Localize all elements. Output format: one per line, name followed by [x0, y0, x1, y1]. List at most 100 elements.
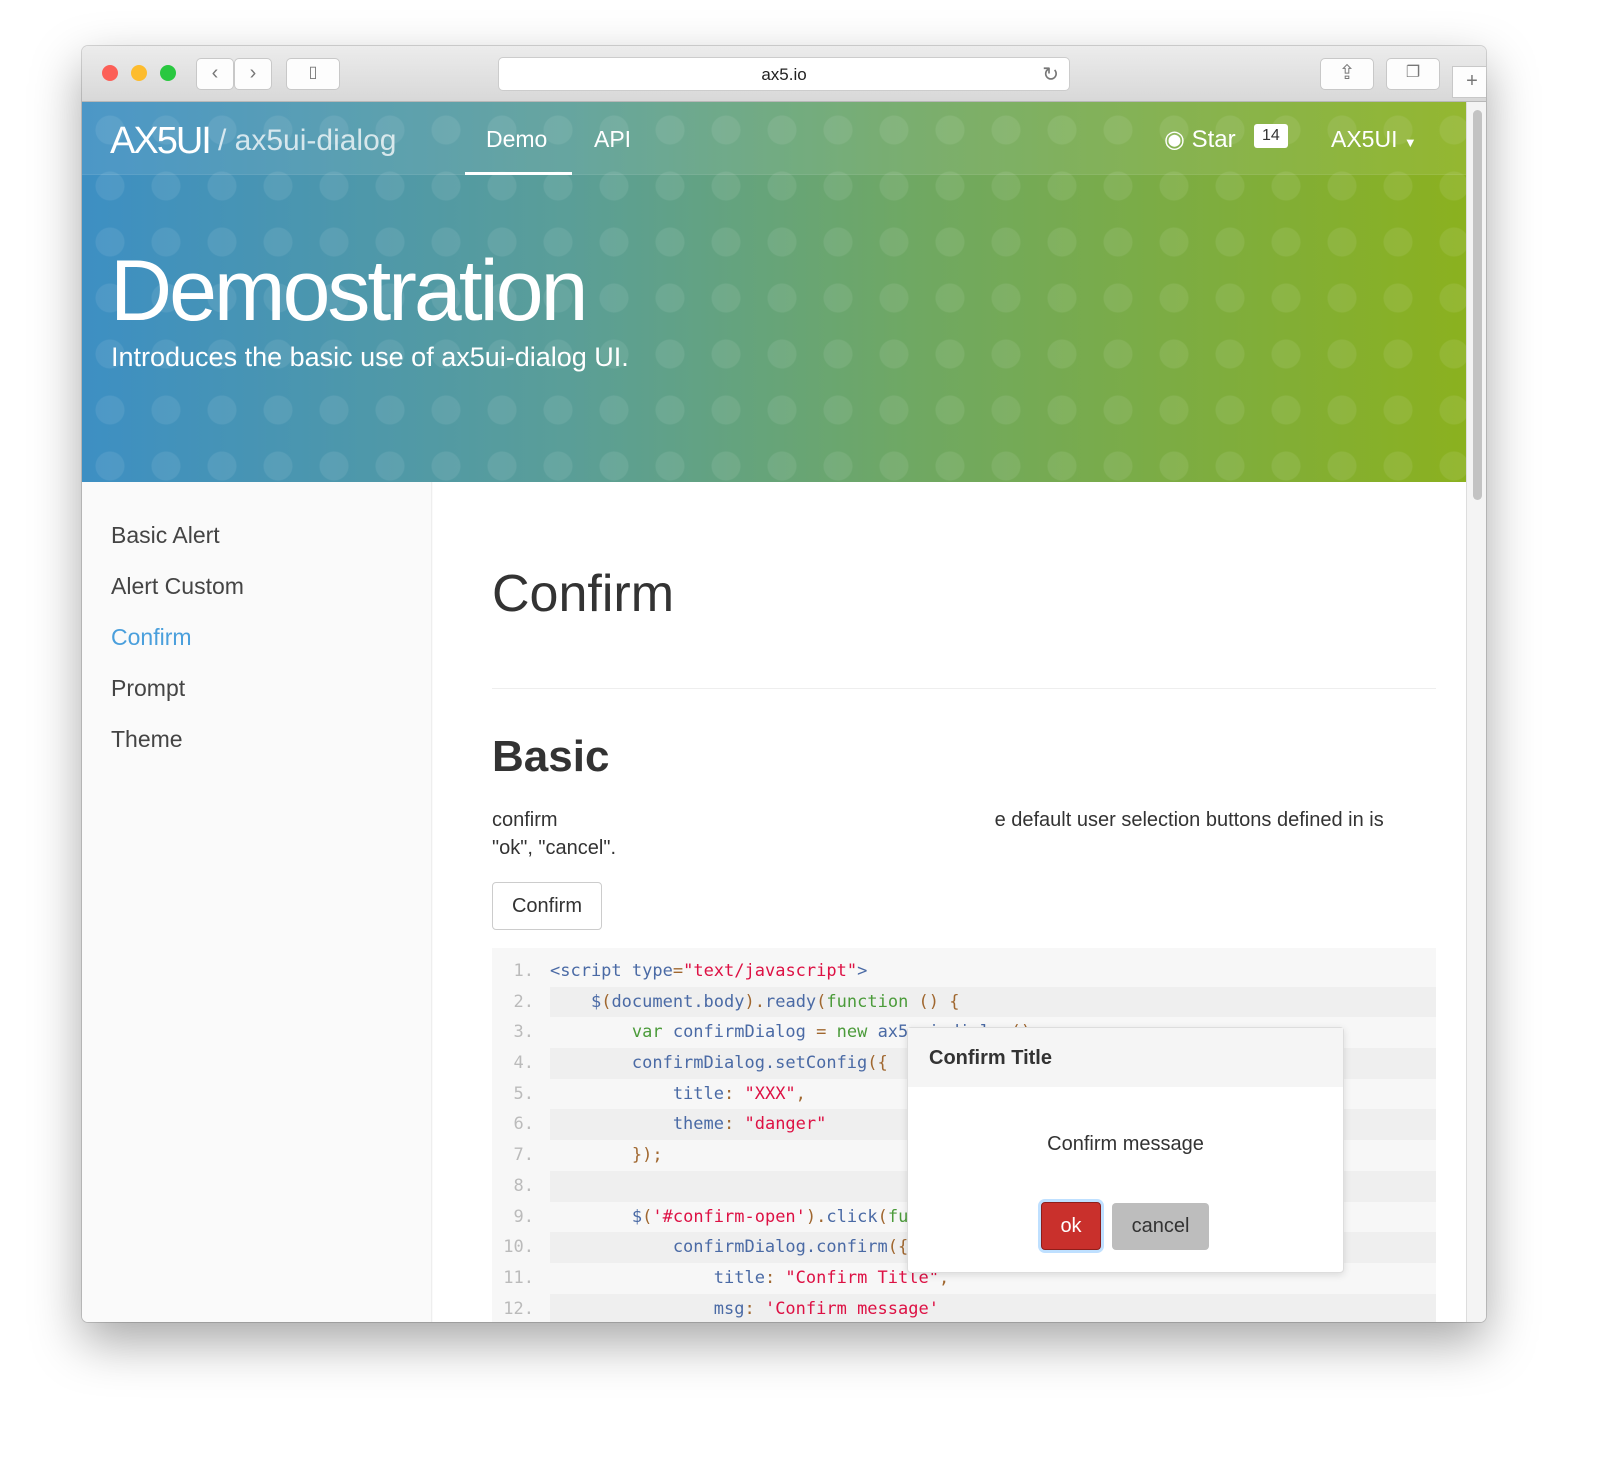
reload-icon[interactable]: ↻ [1042, 58, 1059, 92]
browser-toolbar: ‹ › ▯ ax5.io ↻ ⇪ ❐ + [82, 46, 1486, 102]
back-button[interactable]: ‹ [196, 58, 234, 90]
sidebar-item-basic-alert[interactable]: Basic Alert [111, 522, 220, 549]
hero-title: Demostration [110, 243, 588, 339]
code-token: new [836, 1022, 878, 1043]
code-token: : [744, 1298, 765, 1319]
line-number: 4. [513, 1053, 534, 1074]
code-token: ({ [887, 1237, 909, 1258]
menu-label: AX5UI [1331, 126, 1398, 152]
tabs-button[interactable]: ❐ [1386, 58, 1440, 90]
divider [492, 688, 1436, 689]
description: confirm e default user selection buttons … [492, 806, 1436, 862]
description-end: e default user selection buttons defined… [994, 809, 1384, 831]
github-star-button[interactable]: ◉ Star [1164, 125, 1236, 154]
cancel-button[interactable]: cancel [1112, 1203, 1209, 1250]
code-token: theme [550, 1114, 724, 1135]
code-token: confirmDialog.confirm [550, 1237, 888, 1258]
code-token: ( [816, 991, 827, 1012]
page-title: Confirm [492, 565, 675, 623]
forward-button[interactable]: › [234, 58, 272, 90]
ax5ui-menu[interactable]: AX5UI ▼ [1331, 126, 1417, 153]
line-number: 1. [513, 961, 534, 981]
description-start: confirm [492, 809, 558, 831]
code-token: click [826, 1206, 878, 1227]
code-token: () { [908, 991, 960, 1012]
code-token: > [857, 961, 868, 981]
sidebar-item-theme[interactable]: Theme [111, 726, 183, 753]
share-button[interactable]: ⇪ [1320, 58, 1374, 90]
ok-button[interactable]: ok [1041, 1202, 1101, 1250]
line-number: 10. [503, 1237, 534, 1258]
address-bar[interactable]: ax5.io ↻ [498, 57, 1070, 91]
code-token: <script [550, 961, 632, 981]
star-label: Star [1191, 126, 1236, 153]
code-token: title [550, 1267, 765, 1288]
line-number: 5. [513, 1083, 534, 1104]
section-title: Basic [492, 732, 610, 781]
star-count: 14 [1254, 124, 1288, 148]
code-token: var [550, 1022, 673, 1043]
sidebar-toggle-button[interactable]: ▯ [286, 58, 340, 90]
code-text: $(document.body).ready(function () { [550, 986, 1436, 1018]
nav-api[interactable]: API [594, 126, 631, 153]
sidebar-item-alert-custom[interactable]: Alert Custom [111, 573, 244, 600]
plus-icon: + [1466, 70, 1478, 92]
line-number: 12. [503, 1298, 534, 1319]
code-token: ready [764, 991, 817, 1012]
code-token: "XXX" [744, 1083, 796, 1104]
code-token: ( [642, 1206, 653, 1227]
browser-window: ‹ › ▯ ax5.io ↻ ⇪ ❐ + AX5UI / ax5ui-dialog… [82, 46, 1486, 1322]
line-number: 6. [513, 1114, 534, 1135]
sidebar-item-prompt[interactable]: Prompt [111, 675, 185, 702]
nav-demo[interactable]: Demo [486, 126, 547, 153]
code-token: ( [601, 991, 612, 1012]
code-token: , [795, 1083, 806, 1104]
code-token: $ [550, 991, 602, 1012]
code-token: = [805, 1022, 837, 1043]
code-text: <script type="text/javascript"> [550, 956, 1436, 987]
caret-down-icon: ▼ [1403, 135, 1417, 150]
code-token: : [764, 1267, 786, 1288]
minimize-window-button[interactable] [131, 65, 147, 81]
dialog-message: Confirm message [1047, 1133, 1204, 1155]
code-token: ). [805, 1206, 827, 1227]
code-token: title [550, 1083, 724, 1104]
confirm-open-button[interactable]: Confirm [492, 882, 602, 930]
line-number: 8. [513, 1175, 534, 1196]
tabs-icon: ❐ [1405, 64, 1421, 81]
hero-banner: AX5UI / ax5ui-dialog Demo API ◉ Star 14 … [82, 102, 1466, 482]
sidebar-icon: ▯ [308, 64, 318, 81]
code-token: ( [877, 1206, 888, 1227]
line-number: 7. [513, 1145, 534, 1166]
code-token: ). [744, 991, 765, 1012]
code-token: confirmDialog [672, 1022, 806, 1043]
code-token: }); [550, 1145, 663, 1166]
code-token: msg [550, 1298, 745, 1319]
ax5ui-logo[interactable]: AX5UI [110, 120, 212, 163]
main-content: Confirm Basic confirm e default user sele… [433, 482, 1466, 1322]
code-token: $ [550, 1206, 643, 1227]
sidebar: Basic Alert Alert Custom Confirm Prompt … [82, 482, 432, 1322]
code-token: "danger" [744, 1114, 827, 1135]
code-line: 1. <script type="text/javascript"> [492, 956, 1436, 987]
scrollbar-thumb[interactable] [1473, 110, 1482, 500]
line-number: 11. [503, 1267, 534, 1288]
code-token: ({ [867, 1053, 888, 1074]
close-window-button[interactable] [102, 65, 118, 81]
line-number: 2. [513, 991, 534, 1012]
code-line: 2. $(document.body).ready(function () { [492, 986, 1436, 1018]
code-token: = [672, 961, 684, 981]
scrollbar[interactable] [1466, 102, 1486, 1322]
code-token: confirmDialog.setConfig [550, 1053, 868, 1074]
code-line: 12. msg: 'Confirm message' [492, 1293, 1436, 1322]
repo-name[interactable]: / ax5ui-dialog [218, 124, 396, 158]
chevron-left-icon: ‹ [211, 62, 219, 84]
line-number: 3. [513, 1022, 534, 1043]
maximize-window-button[interactable] [160, 65, 176, 81]
github-icon: ◉ [1164, 126, 1185, 153]
new-tab-button[interactable]: + [1452, 66, 1486, 98]
code-token: 'Confirm message' [764, 1298, 939, 1319]
chevron-right-icon: › [249, 62, 257, 84]
dialog-title: Confirm Title [908, 1028, 1343, 1087]
sidebar-item-confirm[interactable]: Confirm [111, 624, 192, 651]
